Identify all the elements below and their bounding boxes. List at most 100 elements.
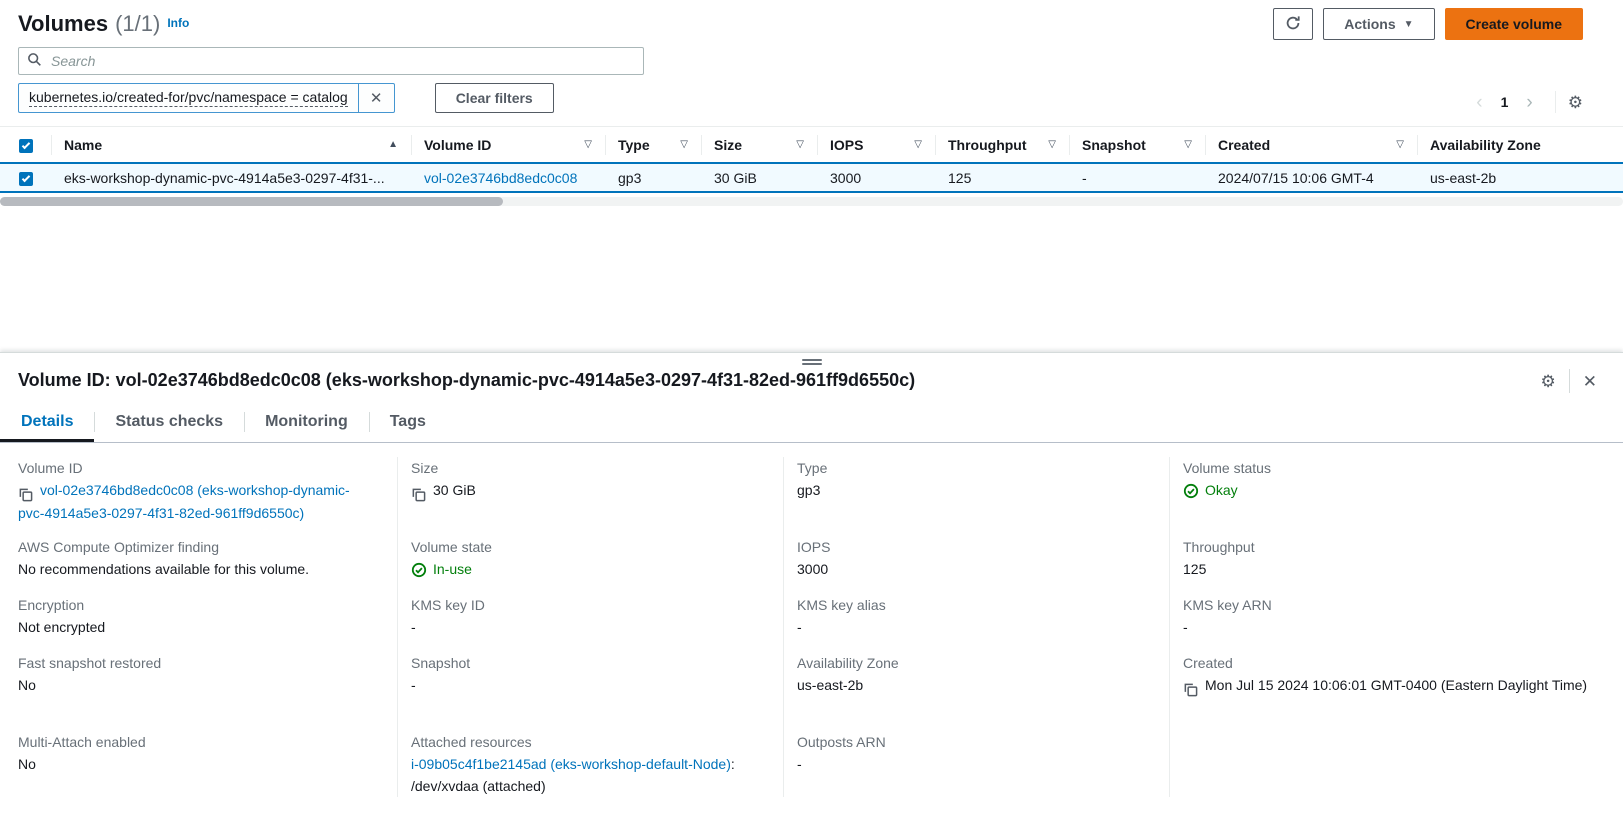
field-snapshot: Snapshot -: [411, 652, 757, 731]
panel-resize-handle-icon[interactable]: [802, 357, 822, 367]
tab-tags[interactable]: Tags: [369, 401, 447, 442]
cell-name: eks-workshop-dynamic-pvc-4914a5e3-0297-4…: [52, 162, 412, 193]
column-header-throughput[interactable]: Throughput▽: [936, 126, 1070, 162]
panel-close-button[interactable]: ✕: [1583, 373, 1597, 390]
status-ok-icon: [1183, 479, 1199, 501]
cell-availability-zone: us-east-2b: [1418, 162, 1623, 193]
field-outposts-arn: Outposts ARN -: [797, 731, 1143, 789]
page-title: Volumes (1/1) Info: [18, 11, 189, 37]
field-multi-attach: Multi-Attach enabled No: [18, 731, 371, 789]
refresh-icon: [1285, 15, 1301, 34]
remove-filter-button[interactable]: ✕: [358, 84, 394, 112]
page-header: Volumes (1/1) Info Actions ▼ Create volu…: [0, 0, 1623, 113]
pagination: ‹ 1 › ⚙: [1470, 91, 1583, 113]
panel-tabs: Details Status checks Monitoring Tags: [0, 401, 1623, 443]
tab-status-checks[interactable]: Status checks: [94, 401, 244, 442]
copy-icon[interactable]: [18, 487, 33, 502]
search-box: [18, 47, 644, 75]
sort-icon: ▽: [796, 139, 806, 150]
column-header-iops[interactable]: IOPS▽: [818, 126, 936, 162]
volume-id-detail-link[interactable]: vol-02e3746bd8edc0c08 (eks-workshop-dyna…: [18, 482, 350, 521]
horizontal-scrollbar: [0, 197, 1623, 206]
select-all-checkbox[interactable]: [19, 139, 33, 153]
divider: [1555, 91, 1556, 113]
resource-count: (1/1): [115, 11, 160, 37]
column-header-size[interactable]: Size▽: [702, 126, 818, 162]
field-size: Size 30 GiB: [411, 457, 757, 536]
sort-icon: ▽: [584, 139, 594, 150]
field-kms-key-alias: KMS key alias -: [797, 594, 1143, 652]
copy-icon[interactable]: [411, 487, 426, 502]
page-number[interactable]: 1: [1489, 94, 1521, 110]
column-header-availability-zone[interactable]: Availability Zone: [1418, 126, 1623, 162]
clear-filters-button[interactable]: Clear filters: [435, 83, 554, 113]
volume-id-link[interactable]: vol-02e3746bd8edc0c08: [424, 170, 577, 186]
cell-throughput: 125: [936, 162, 1070, 193]
column-header-type[interactable]: Type▽: [606, 126, 702, 162]
sort-icon: ▽: [1184, 139, 1194, 150]
field-created: Created Mon Jul 15 2024 10:06:01 GMT-040…: [1183, 652, 1597, 731]
tab-details[interactable]: Details: [0, 401, 94, 442]
field-volume-id: Volume ID vol-02e3746bd8edc0c08 (eks-wor…: [18, 457, 371, 536]
panel-title: Volume ID: vol-02e3746bd8edc0c08 (eks-wo…: [18, 367, 915, 393]
sort-icon: ▽: [1048, 139, 1058, 150]
divider: [1569, 369, 1570, 393]
field-throughput: Throughput 125: [1183, 536, 1597, 594]
cell-type: gp3: [606, 162, 702, 193]
field-fast-snapshot-restored: Fast snapshot restored No: [18, 652, 371, 731]
table-header-row: Name▲ Volume ID▽ Type▽ Size▽ IOPS▽ Throu…: [0, 126, 1623, 162]
column-header-volume-id[interactable]: Volume ID▽: [412, 126, 606, 162]
sort-icon: ▽: [1396, 139, 1406, 150]
tab-monitoring[interactable]: Monitoring: [244, 401, 369, 442]
row-checkbox[interactable]: [19, 172, 33, 186]
page-title-text: Volumes: [18, 11, 108, 37]
field-type: Type gp3: [797, 457, 1143, 536]
field-kms-key-id: KMS key ID -: [411, 594, 757, 652]
table-row[interactable]: eks-workshop-dynamic-pvc-4914a5e3-0297-4…: [0, 162, 1623, 193]
field-encryption: Encryption Not encrypted: [18, 594, 371, 652]
gear-icon: ⚙: [1541, 372, 1556, 391]
table-settings-button[interactable]: ⚙: [1568, 94, 1583, 111]
search-icon: [27, 52, 42, 70]
field-compute-optimizer: AWS Compute Optimizer finding No recomme…: [18, 536, 371, 594]
close-icon: ✕: [370, 89, 383, 107]
field-kms-key-arn: KMS key ARN -: [1183, 594, 1597, 652]
gear-icon: ⚙: [1568, 93, 1583, 112]
chevron-down-icon: ▼: [1404, 19, 1414, 30]
copy-icon[interactable]: [1183, 682, 1198, 697]
scrollbar-thumb[interactable]: [0, 197, 503, 206]
actions-button[interactable]: Actions ▼: [1323, 8, 1434, 40]
previous-page-button[interactable]: ‹: [1470, 93, 1488, 112]
create-volume-button[interactable]: Create volume: [1445, 8, 1583, 40]
details-grid: Volume ID vol-02e3746bd8edc0c08 (eks-wor…: [0, 443, 1623, 797]
status-badge: In-use: [433, 558, 472, 580]
filter-token-label: kubernetes.io/created-for/pvc/namespace …: [29, 89, 348, 107]
next-page-button[interactable]: ›: [1520, 93, 1538, 112]
cell-created: 2024/07/15 10:06 GMT-4: [1206, 162, 1418, 193]
cell-snapshot: -: [1070, 162, 1206, 193]
status-badge: Okay: [1205, 479, 1238, 501]
info-link[interactable]: Info: [167, 16, 189, 30]
column-header-snapshot[interactable]: Snapshot▽: [1070, 126, 1206, 162]
field-iops: IOPS 3000: [797, 536, 1143, 594]
column-header-name[interactable]: Name▲: [52, 126, 412, 162]
actions-button-label: Actions: [1344, 16, 1395, 32]
cell-iops: 3000: [818, 162, 936, 193]
cell-size: 30 GiB: [702, 162, 818, 193]
field-volume-status: Volume status Okay: [1183, 457, 1597, 536]
field-availability-zone: Availability Zone us-east-2b: [797, 652, 1143, 731]
panel-preferences-button[interactable]: ⚙: [1541, 373, 1556, 390]
refresh-button[interactable]: [1273, 8, 1313, 40]
search-input[interactable]: [49, 52, 635, 70]
volumes-table: Name▲ Volume ID▽ Type▽ Size▽ IOPS▽ Throu…: [0, 126, 1623, 206]
filter-token[interactable]: kubernetes.io/created-for/pvc/namespace …: [18, 83, 395, 113]
close-icon: ✕: [1583, 372, 1597, 391]
instance-link[interactable]: i-09b05c4f1be2145ad (eks-workshop-defaul…: [411, 756, 731, 772]
status-ok-icon: [411, 558, 427, 580]
volume-details-panel: Volume ID: vol-02e3746bd8edc0c08 (eks-wo…: [0, 352, 1623, 834]
sort-icon: ▽: [914, 139, 924, 150]
sort-icon: ▽: [680, 139, 690, 150]
column-header-created[interactable]: Created▽: [1206, 126, 1418, 162]
field-volume-state: Volume state In-use: [411, 536, 757, 594]
sort-ascending-icon: ▲: [388, 139, 400, 150]
